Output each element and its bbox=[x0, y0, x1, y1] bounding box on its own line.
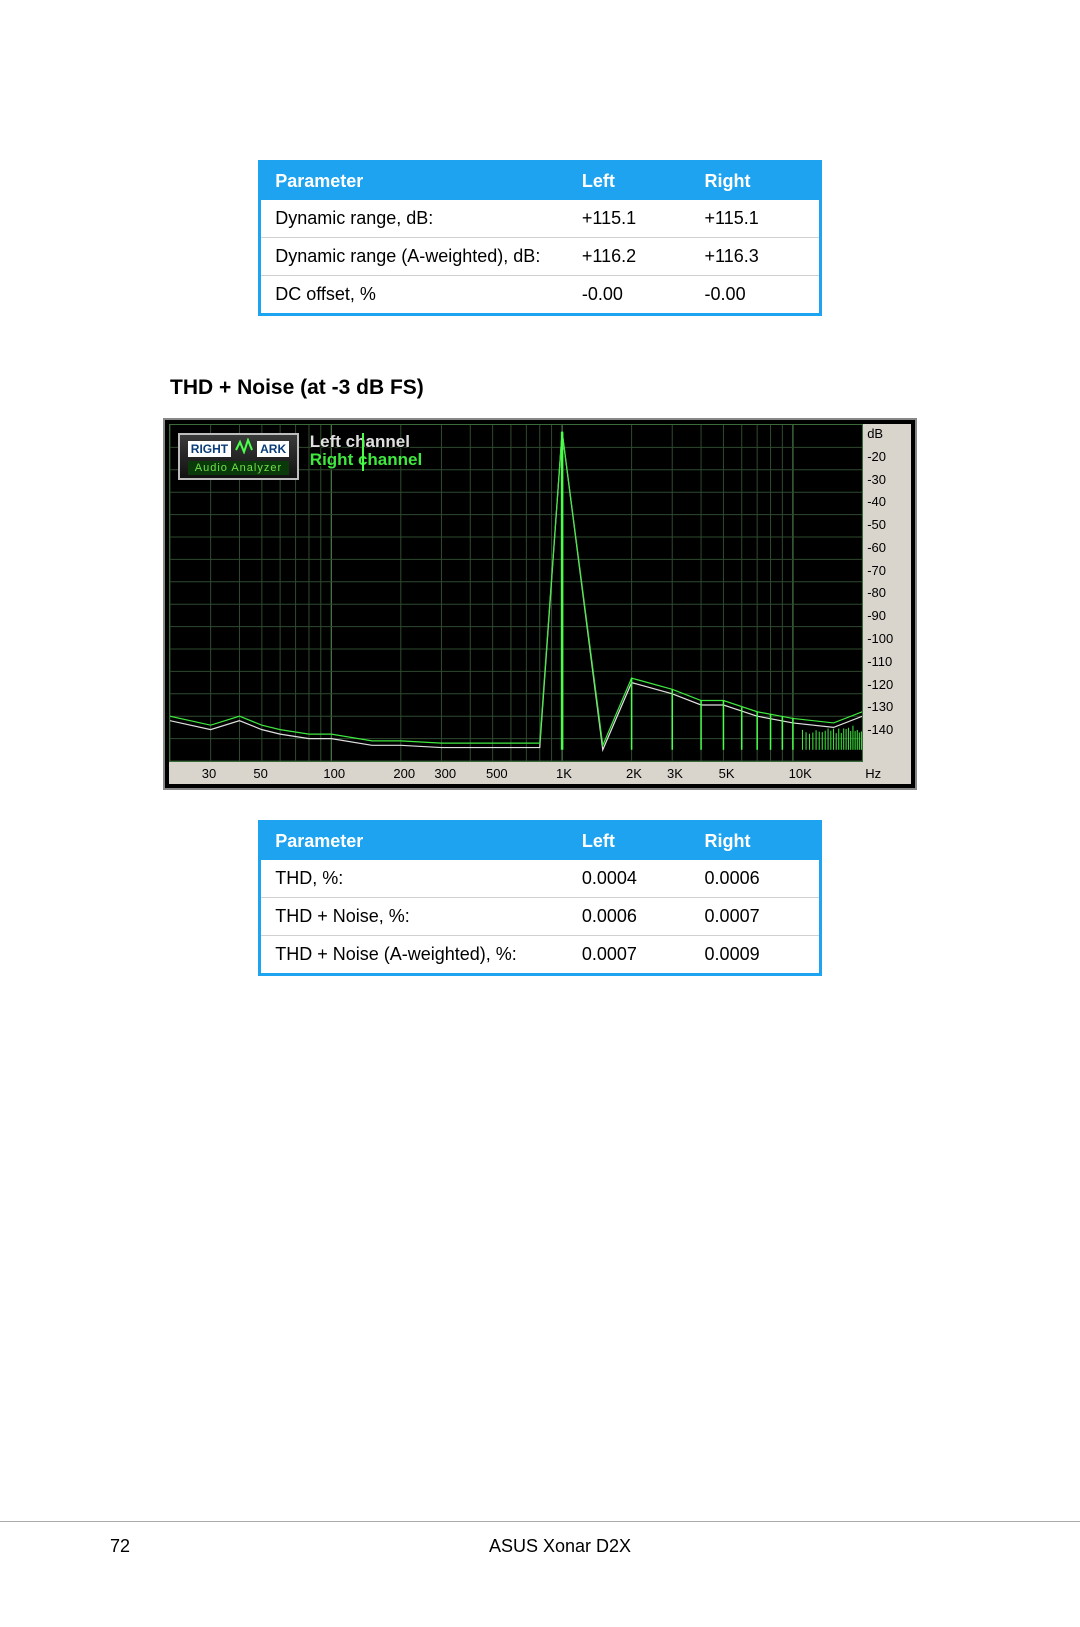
brand-wave-icon bbox=[235, 438, 253, 459]
doc-title: ASUS Xonar D2X bbox=[170, 1536, 950, 1557]
y-tick: -110 bbox=[867, 654, 907, 669]
x-tick: 30 bbox=[202, 766, 216, 781]
y-axis-unit: dB bbox=[867, 426, 907, 441]
x-tick: 200 bbox=[393, 766, 415, 781]
x-tick: 3K bbox=[667, 766, 683, 781]
cell-right: 0.0006 bbox=[691, 860, 819, 898]
cell-param: THD, %: bbox=[261, 860, 568, 898]
cell-left: +116.2 bbox=[568, 238, 691, 276]
y-tick: -40 bbox=[867, 494, 907, 509]
cell-left: +115.1 bbox=[568, 200, 691, 238]
y-axis: dB -20 -30 -40 -50 -60 -70 -80 -90 -100 -110 -120 -… bbox=[863, 424, 911, 762]
page-footer: 72 ASUS Xonar D2X bbox=[0, 1521, 1080, 1557]
cell-left: 0.0004 bbox=[568, 860, 691, 898]
table-row: THD, %: 0.0004 0.0006 bbox=[261, 860, 819, 898]
cell-param: Dynamic range, dB: bbox=[261, 200, 568, 238]
th-left: Left bbox=[568, 163, 691, 200]
section-title: THD + Noise (at -3 dB FS) bbox=[170, 376, 950, 400]
x-axis-unit: Hz bbox=[861, 766, 909, 781]
y-tick: -80 bbox=[867, 585, 907, 600]
thd-noise-chart: RIGHT ARK Audio Analyzer Left channel Ri… bbox=[163, 418, 917, 790]
th-left: Left bbox=[568, 823, 691, 860]
y-tick: -20 bbox=[867, 449, 907, 464]
brand-sub: Audio Analyzer bbox=[188, 461, 289, 475]
table-row: Dynamic range (A-weighted), dB: +116.2 +… bbox=[261, 238, 819, 276]
y-tick: -120 bbox=[867, 677, 907, 692]
cell-param: THD + Noise, %: bbox=[261, 898, 568, 936]
y-tick: -70 bbox=[867, 563, 907, 578]
cell-left: -0.00 bbox=[568, 276, 691, 314]
brand-left: RIGHT bbox=[188, 441, 231, 457]
table-row: THD + Noise, %: 0.0006 0.0007 bbox=[261, 898, 819, 936]
page-number: 72 bbox=[0, 1536, 170, 1557]
cell-right: 0.0009 bbox=[691, 936, 819, 974]
legend-left-channel: Left channel bbox=[310, 433, 422, 451]
y-tick: -50 bbox=[867, 517, 907, 532]
x-tick: 1K bbox=[556, 766, 572, 781]
analyzer-logo: RIGHT ARK Audio Analyzer bbox=[178, 433, 299, 480]
x-tick: 500 bbox=[486, 766, 508, 781]
x-tick: 2K bbox=[626, 766, 642, 781]
cell-right: +116.3 bbox=[691, 238, 819, 276]
cell-param: THD + Noise (A-weighted), %: bbox=[261, 936, 568, 974]
th-parameter: Parameter bbox=[261, 163, 568, 200]
y-tick: -100 bbox=[867, 631, 907, 646]
x-tick: 10K bbox=[789, 766, 812, 781]
x-axis: 30 50 100 200 300 500 1K 2K 3K 5K 10K Hz bbox=[169, 762, 911, 784]
x-tick: 100 bbox=[323, 766, 345, 781]
table-row: DC offset, % -0.00 -0.00 bbox=[261, 276, 819, 314]
th-parameter: Parameter bbox=[261, 823, 568, 860]
y-tick: -130 bbox=[867, 699, 907, 714]
y-tick: -90 bbox=[867, 608, 907, 623]
table-row: Dynamic range, dB: +115.1 +115.1 bbox=[261, 200, 819, 238]
table-row: THD + Noise (A-weighted), %: 0.0007 0.00… bbox=[261, 936, 819, 974]
y-tick: -140 bbox=[867, 722, 907, 737]
dynamic-range-table: Parameter Left Right Dynamic range, dB: … bbox=[258, 160, 822, 316]
brand-right: ARK bbox=[257, 441, 289, 457]
x-tick: 5K bbox=[719, 766, 735, 781]
cell-left: 0.0007 bbox=[568, 936, 691, 974]
th-right: Right bbox=[691, 163, 819, 200]
x-tick: 300 bbox=[434, 766, 456, 781]
channel-legend: Left channel Right channel bbox=[310, 433, 422, 469]
cell-right: +115.1 bbox=[691, 200, 819, 238]
legend-right-channel: Right channel bbox=[310, 451, 422, 469]
cell-param: DC offset, % bbox=[261, 276, 568, 314]
cell-param: Dynamic range (A-weighted), dB: bbox=[261, 238, 568, 276]
y-tick: -60 bbox=[867, 540, 907, 555]
th-right: Right bbox=[691, 823, 819, 860]
cell-right: 0.0007 bbox=[691, 898, 819, 936]
x-tick: 50 bbox=[253, 766, 267, 781]
cell-left: 0.0006 bbox=[568, 898, 691, 936]
cell-right: -0.00 bbox=[691, 276, 819, 314]
y-tick: -30 bbox=[867, 472, 907, 487]
thd-table: Parameter Left Right THD, %: 0.0004 0.00… bbox=[258, 820, 822, 976]
